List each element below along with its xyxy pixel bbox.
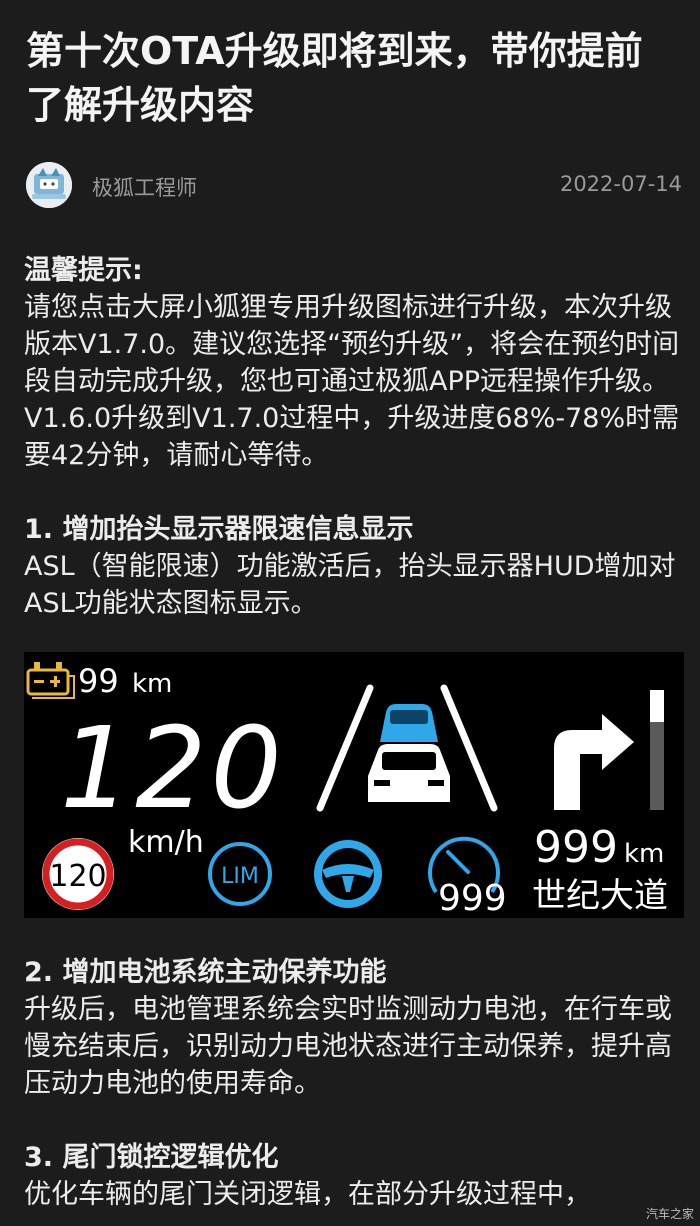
next-turn-distance-unit: km (624, 839, 664, 869)
battery-icon (26, 662, 75, 699)
turn-right-arrow-icon (554, 714, 634, 810)
article-body: 温馨提示: 请您点击大屏小狐狸专用升级图标进行升级，本次升级版本V1.7.0。建… (24, 252, 686, 622)
speed-unit: km/h (128, 825, 204, 860)
article-body-continued: 2. 增加电池系统主动保养功能 升级后，电池管理系统会实时监测动力电池，在行车或… (24, 954, 686, 1213)
lim-label: LIM (221, 864, 259, 889)
speed-limit-sign: 120 (42, 838, 114, 910)
author-avatar[interactable] (26, 162, 72, 208)
steering-wheel-icon (314, 840, 382, 908)
gauge-value: 999 (438, 878, 507, 918)
range-value: 99 (78, 662, 119, 700)
speed-limit-value: 120 (49, 859, 106, 894)
current-speed: 120 (60, 704, 286, 834)
fox-logo-icon (26, 162, 72, 208)
next-turn-distance: 999 (534, 822, 618, 873)
article-title: 第十次OTA升级即将到来，带你提前了解升级内容 (26, 29, 643, 127)
section-1-body: ASL（智能限速）功能激活后，抬头显示器HUD增加对ASL功能状态图标显示。 (24, 551, 676, 619)
section-1-heading: 1. 增加抬头显示器限速信息显示 (24, 514, 414, 545)
hud-display-image: 99 km 120 km/h 120 LIM 999 999 km 世纪大道 (24, 652, 684, 918)
section-3-heading: 3. 尾门锁控逻辑优化 (24, 1142, 279, 1173)
ego-vehicle-icon (368, 744, 450, 802)
lim-icon: LIM (208, 842, 272, 906)
tips-paragraph-2: V1.6.0升级到V1.7.0过程中，升级进度68%-78%时需要42分钟，请耐… (24, 403, 680, 471)
tips-heading: 温馨提示: (24, 255, 143, 286)
site-watermark: 汽车之家 (645, 1207, 694, 1221)
distance-progress-bar (650, 690, 664, 810)
road-name: 世纪大道 (532, 876, 668, 916)
author-row: 极狐工程师 2022-07-14 (26, 160, 682, 210)
section-2-body: 升级后，电池管理系统会实时监测动力电池，在行车或慢充结束后，识别动力电池状态进行… (24, 994, 672, 1099)
range-unit: km (132, 669, 172, 699)
section-3-body: 优化车辆的尾门关闭逻辑，在部分升级过程中， (24, 1179, 591, 1210)
tips-paragraph-1: 请您点击大屏小狐狸专用升级图标进行升级，本次升级版本V1.7.0。建议您选择“预… (24, 292, 680, 397)
author-name[interactable]: 极狐工程师 (92, 172, 197, 202)
lead-vehicle-icon (380, 704, 438, 742)
section-2-heading: 2. 增加电池系统主动保养功能 (24, 957, 387, 988)
publish-date: 2022-07-14 (559, 172, 682, 196)
